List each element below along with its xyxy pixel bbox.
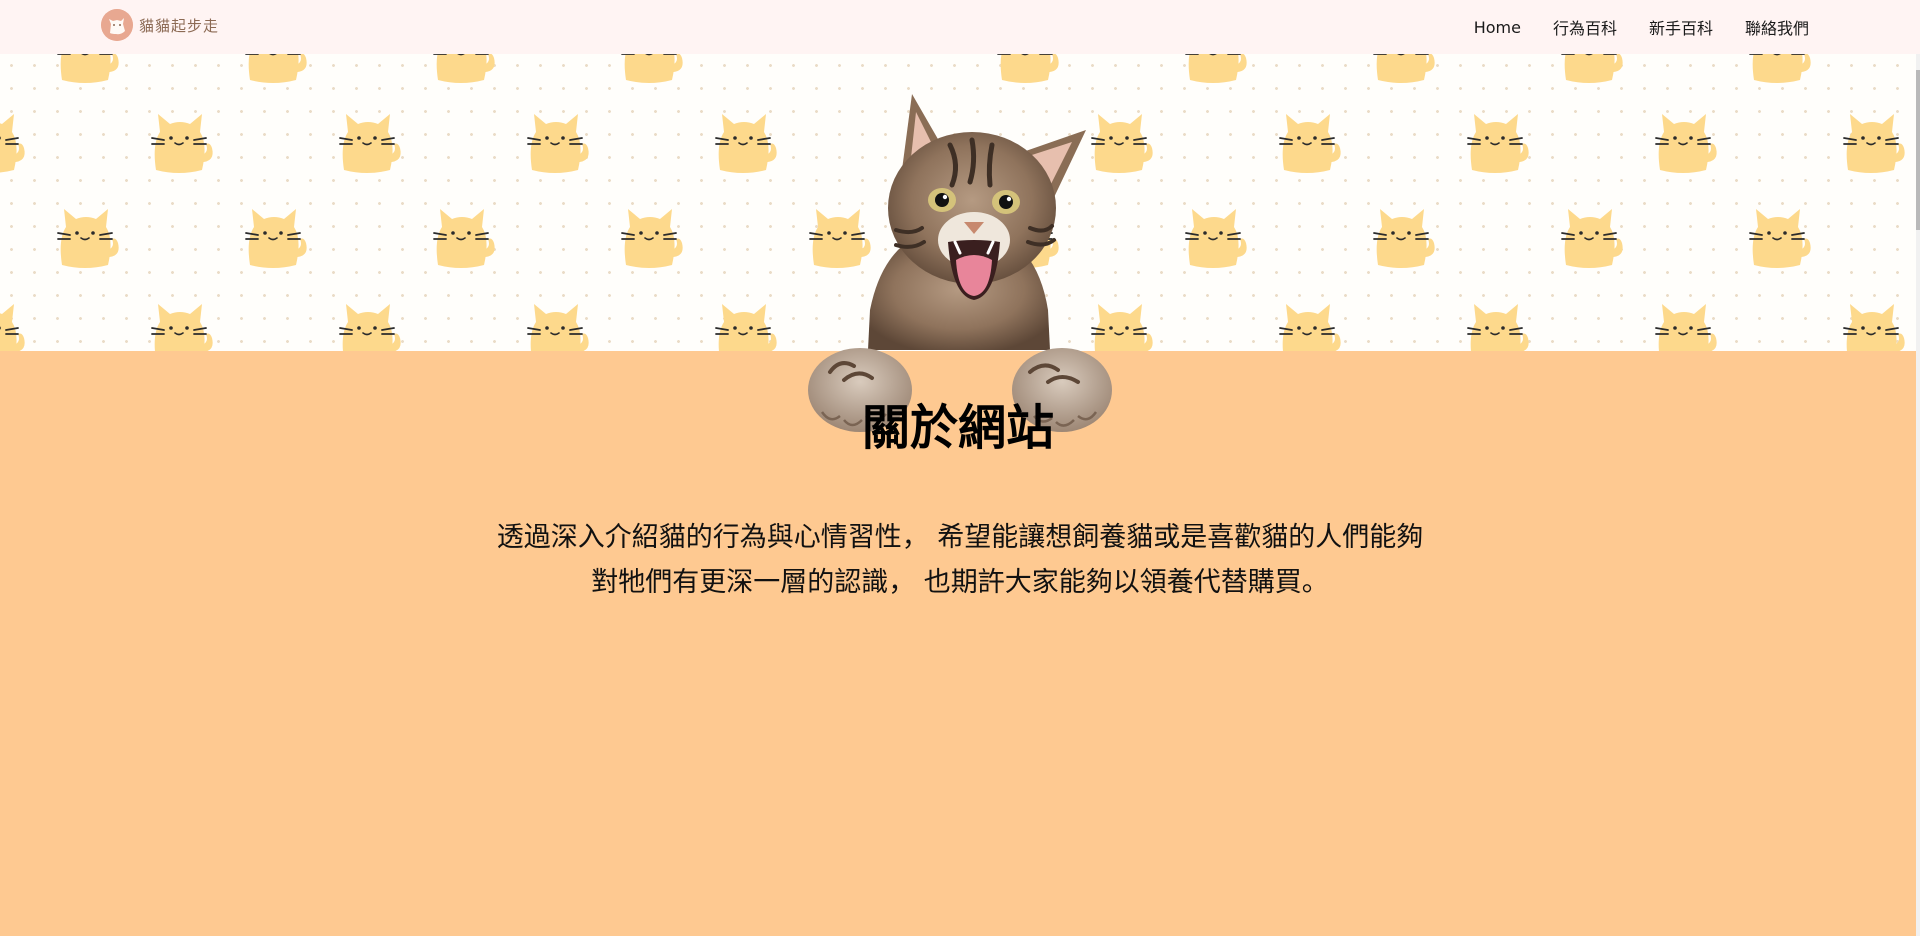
nav-link-home[interactable]: Home xyxy=(1474,18,1521,37)
nav-links: Home 行為百科 新手百科 聯絡我們 xyxy=(1474,0,1809,54)
pattern-cat-icon xyxy=(332,104,412,176)
pattern-cat-icon xyxy=(332,294,412,351)
pattern-cat-icon xyxy=(0,294,36,351)
pattern-cat-icon xyxy=(1366,199,1446,271)
pattern-cat-icon xyxy=(1648,294,1728,351)
pattern-cat-icon xyxy=(1272,104,1352,176)
pattern-cat-icon xyxy=(238,199,318,271)
pattern-cat-icon xyxy=(238,54,318,86)
about-description: 透過深入介紹貓的行為與心情習性， 希望能讓想飼養貓或是喜歡貓的人們能夠 對牠們有… xyxy=(380,515,1540,605)
pattern-cat-icon xyxy=(520,294,600,351)
pattern-cat-icon xyxy=(1742,54,1822,86)
pattern-cat-icon xyxy=(1742,199,1822,271)
brand-name: 貓貓起步走 xyxy=(139,16,220,35)
pattern-cat-icon xyxy=(50,199,130,271)
nav-link-contact[interactable]: 聯絡我們 xyxy=(1745,15,1809,39)
pattern-cat-icon xyxy=(144,294,224,351)
pattern-cat-icon xyxy=(614,199,694,271)
pattern-cat-icon xyxy=(426,199,506,271)
about-description-line-2: 對牠們有更深一層的認識， 也期許大家能夠以領養代替購買。 xyxy=(591,567,1329,598)
pattern-cat-icon xyxy=(1836,104,1916,176)
pattern-cat-icon xyxy=(1272,294,1352,351)
pattern-cat-icon xyxy=(1648,104,1728,176)
pattern-cat-icon xyxy=(520,104,600,176)
pattern-cat-icon xyxy=(0,104,36,176)
brand-link[interactable]: 貓貓起步走 xyxy=(101,8,219,42)
navbar: 貓貓起步走 Home 行為百科 新手百科 聯絡我們 xyxy=(0,0,1920,54)
pattern-cat-icon xyxy=(1836,294,1916,351)
nav-link-behavior[interactable]: 行為百科 xyxy=(1553,15,1617,39)
nav-link-beginner[interactable]: 新手百科 xyxy=(1649,15,1713,39)
pattern-cat-icon xyxy=(1460,104,1540,176)
about-description-line-1: 透過深入介紹貓的行為與心情習性， 希望能讓想飼養貓或是喜歡貓的人們能夠 xyxy=(496,522,1424,553)
pattern-cat-icon xyxy=(1366,54,1446,86)
pattern-cat-icon xyxy=(1178,54,1258,86)
pattern-cat-icon xyxy=(144,104,224,176)
pattern-cat-icon xyxy=(426,54,506,86)
pattern-cat-icon xyxy=(990,54,1070,86)
pattern-cat-icon xyxy=(50,54,130,86)
cat-logo-icon xyxy=(101,9,133,41)
pattern-cat-icon xyxy=(614,54,694,86)
pattern-cat-icon xyxy=(708,104,788,176)
about-title: 關於網站 xyxy=(861,400,1054,456)
pattern-cat-icon xyxy=(1178,199,1258,271)
pattern-cat-icon xyxy=(1554,54,1634,86)
pattern-cat-icon xyxy=(708,294,788,351)
scrollbar-thumb[interactable] xyxy=(1916,70,1920,230)
pattern-cat-icon xyxy=(1554,199,1634,271)
pattern-cat-icon xyxy=(1460,294,1540,351)
